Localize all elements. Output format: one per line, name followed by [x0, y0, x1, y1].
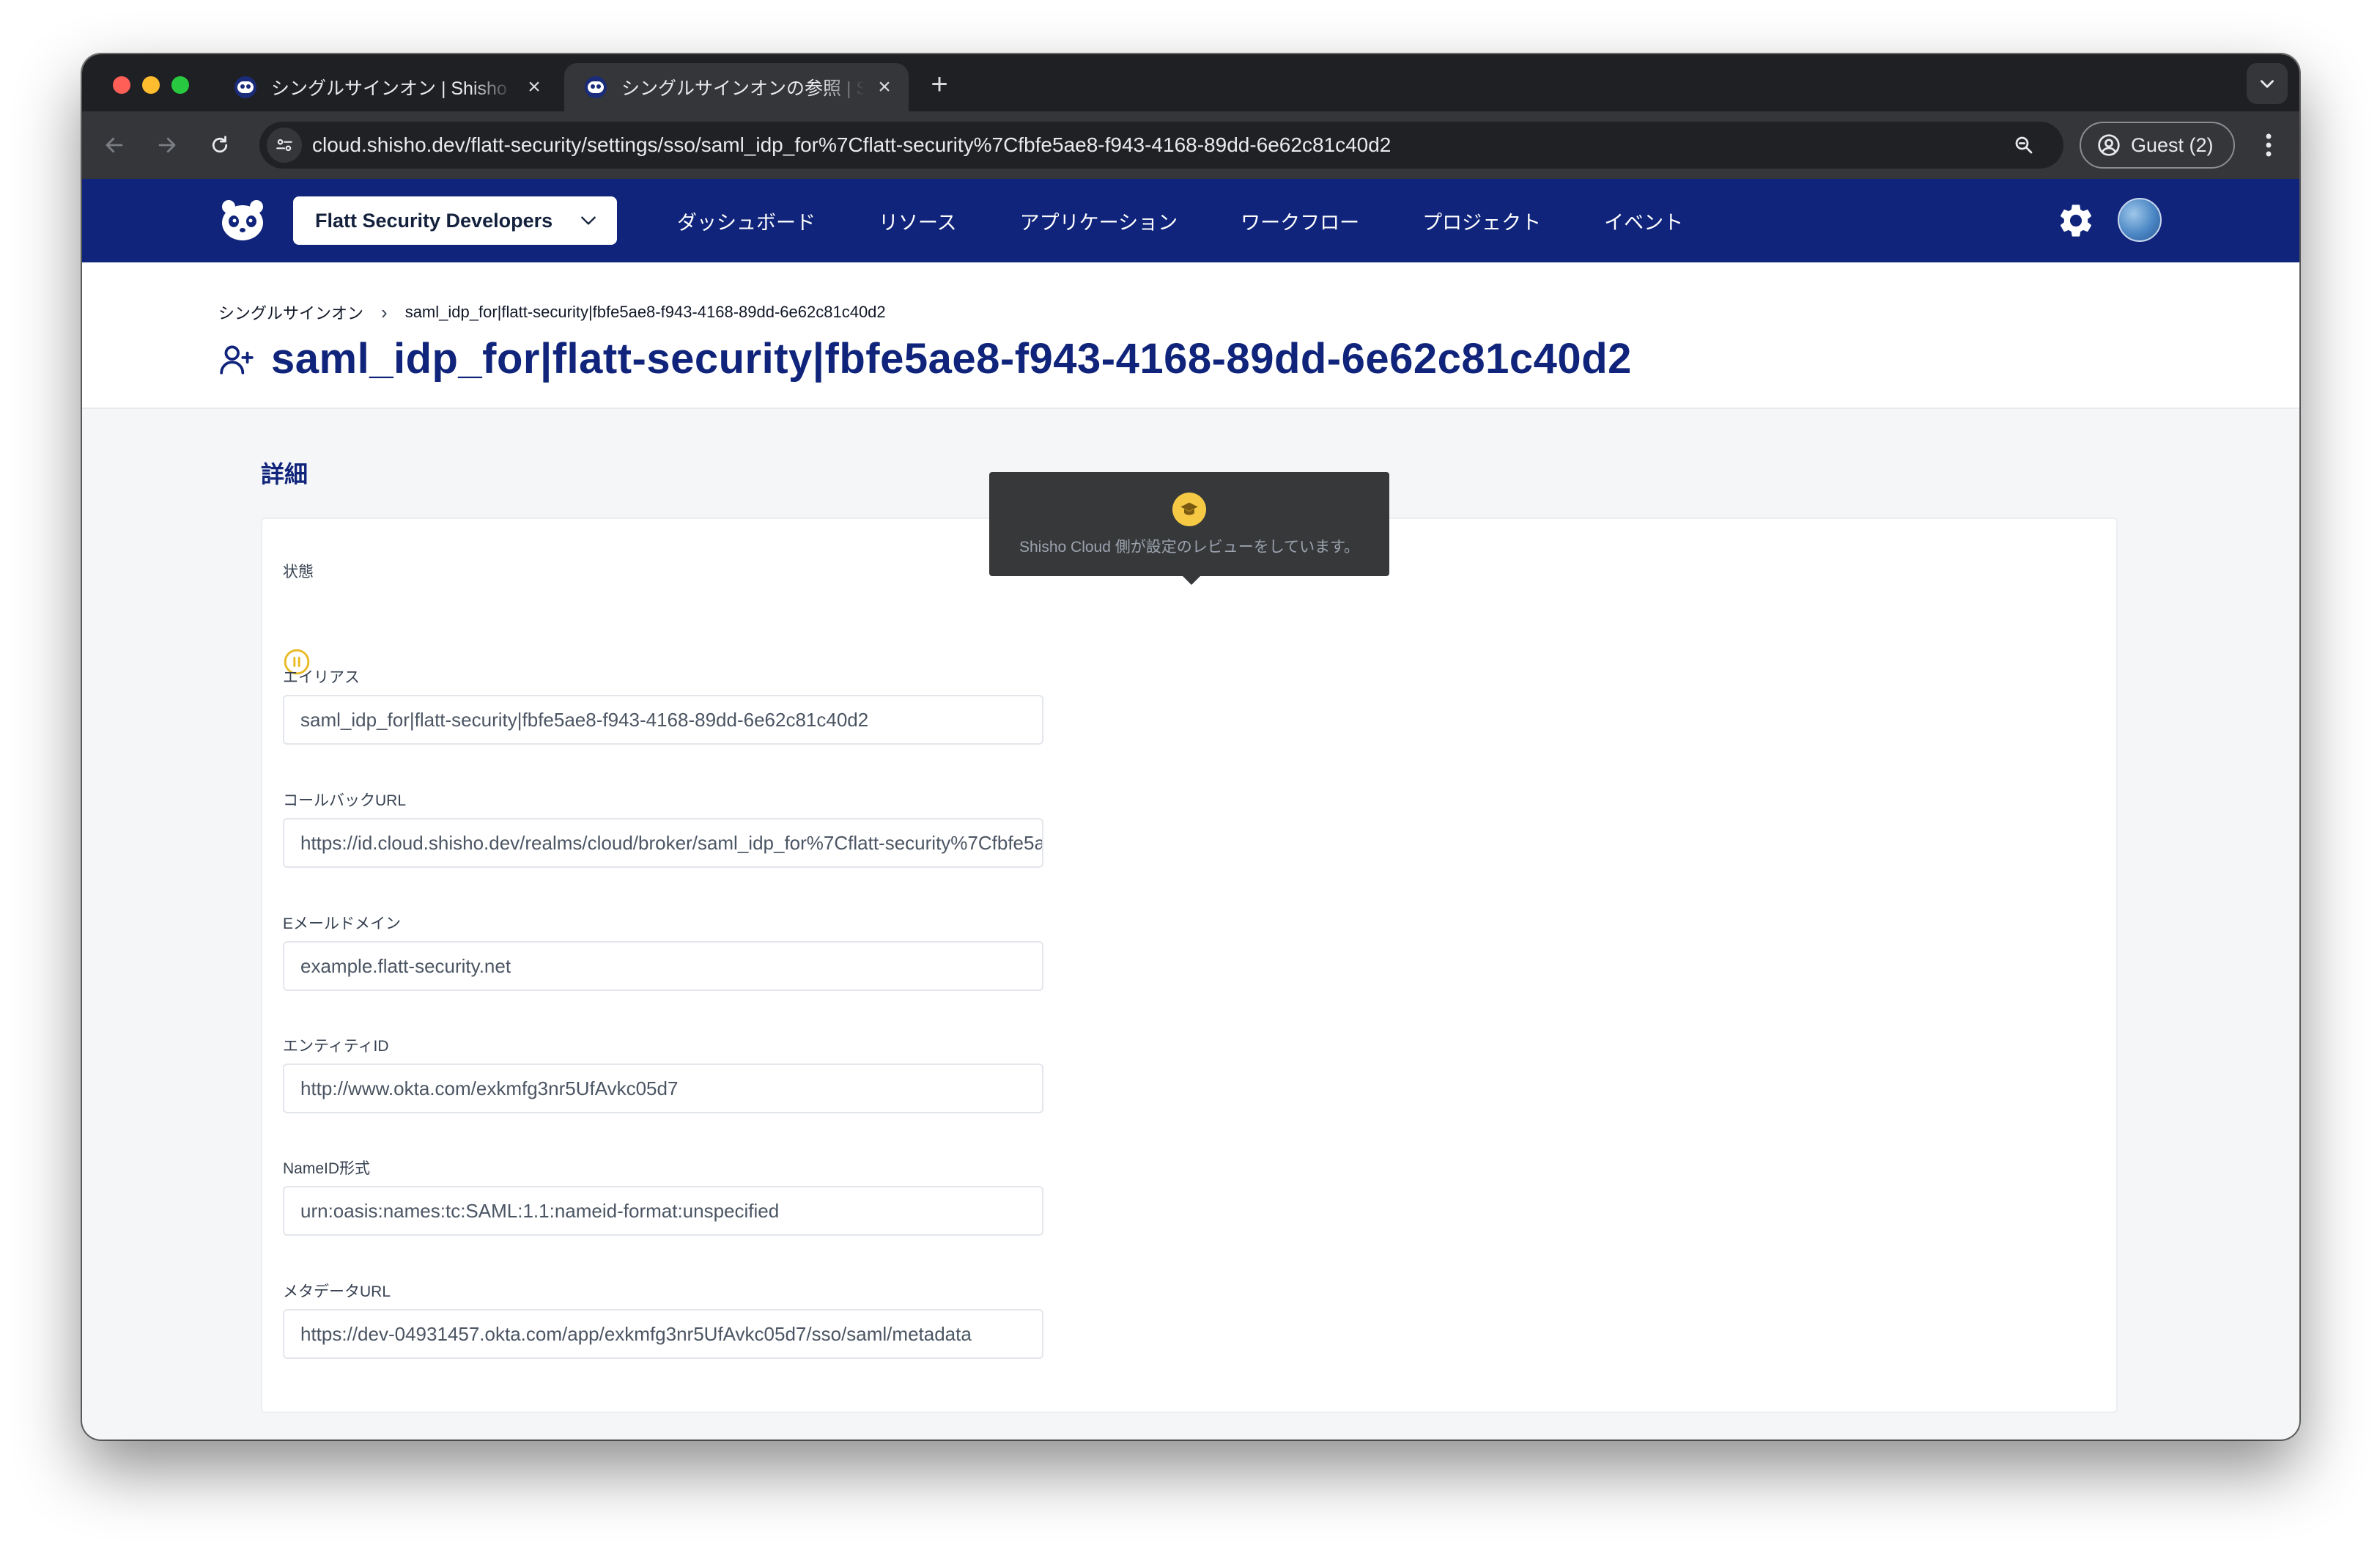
gear-icon[interactable] — [2056, 201, 2096, 240]
nav-applications[interactable]: アプリケーション — [1020, 207, 1178, 235]
tab-close-icon[interactable]: × — [873, 75, 895, 100]
shisho-logo-icon[interactable] — [218, 196, 267, 245]
user-plus-icon — [220, 344, 254, 375]
breadcrumb: シングルサインオン › saml_idp_for|flatt-security|… — [218, 301, 886, 324]
nameid-format-field[interactable]: urn:oasis:names:tc:SAML:1.1:nameid-forma… — [283, 1186, 1043, 1236]
metadata-url-label: メタデータURL — [283, 1283, 391, 1300]
url-text: cloud.shisho.dev/flatt-security/settings… — [312, 133, 1392, 156]
status-label: 状態 — [283, 564, 314, 580]
user-avatar[interactable] — [2118, 198, 2162, 242]
account-circle-icon — [2098, 134, 2120, 156]
browser-tab-sso-list[interactable]: シングルサインオン | Shisho Cloud × — [214, 63, 558, 111]
metadata-url-field[interactable]: https://dev-04931457.okta.com/app/exkmfg… — [283, 1309, 1043, 1359]
nav-resources[interactable]: リソース — [879, 207, 957, 235]
tab-search-button[interactable] — [2247, 63, 2288, 104]
graduation-cap-icon — [1172, 493, 1206, 526]
nav-projects[interactable]: プロジェクト — [1422, 207, 1541, 235]
section-title: 詳細 — [261, 461, 308, 487]
callback-url-label: コールバックURL — [283, 792, 407, 809]
shisho-favicon-icon — [234, 76, 256, 98]
forward-button[interactable] — [149, 128, 185, 163]
email-domain-label: Eメールドメイン — [283, 915, 402, 932]
main-nav: ダッシュボード リソース アプリケーション ワークフロー プロジェクト イベント — [677, 179, 1746, 262]
arrow-left-icon — [106, 137, 123, 153]
tab-title: シングルサインオンの参照 | Shisho Cloud — [621, 78, 865, 99]
nameid-format-label: NameID形式 — [283, 1160, 371, 1177]
profile-button[interactable]: Guest (2) — [2080, 122, 2235, 169]
status-tooltip: Shisho Cloud 側が設定のレビューをしています。 — [989, 472, 1389, 585]
callback-url-field[interactable]: https://id.cloud.shisho.dev/realms/cloud… — [283, 818, 1043, 868]
profile-label: Guest (2) — [2131, 133, 2214, 156]
chevron-down-icon — [581, 216, 596, 225]
organization-selector[interactable]: Flatt Security Developers — [293, 196, 617, 245]
arrow-right-icon — [158, 137, 176, 153]
page-header: シングルサインオン › saml_idp_for|flatt-security|… — [82, 262, 2299, 409]
window-minimize-button[interactable] — [142, 76, 160, 94]
reload-button[interactable] — [202, 128, 237, 163]
email-domain-field[interactable]: example.flatt-security.net — [283, 941, 1043, 991]
reload-icon — [212, 136, 228, 153]
browser-toolbar: cloud.shisho.dev/flatt-security/settings… — [82, 111, 2299, 179]
address-bar[interactable]: cloud.shisho.dev/flatt-security/settings… — [259, 122, 2063, 169]
organization-name: Flatt Security Developers — [315, 209, 553, 232]
app-header: Flatt Security Developers ダッシュボード リソース ア… — [82, 179, 2299, 262]
page-title-text: saml_idp_for|flatt-security|fbfe5ae8-f94… — [271, 335, 1632, 383]
browser-tab-sso-detail[interactable]: シングルサインオンの参照 | Shisho Cloud × — [564, 63, 909, 111]
browser-menu-button[interactable] — [2254, 126, 2283, 164]
more-vertical-icon — [2266, 133, 2272, 157]
window-maximize-button[interactable] — [171, 76, 189, 94]
tooltip-text: Shisho Cloud 側が設定のレビューをしています。 — [1019, 539, 1360, 556]
chevron-right-icon: › — [381, 301, 388, 323]
alias-field[interactable]: saml_idp_for|flatt-security|fbfe5ae8-f94… — [283, 695, 1043, 745]
entity-id-field[interactable]: http://www.okta.com/exkmfg3nr5UfAvkc05d7 — [283, 1064, 1043, 1113]
zoom-icon[interactable] — [2006, 128, 2041, 163]
breadcrumb-current: saml_idp_for|flatt-security|fbfe5ae8-f94… — [404, 303, 886, 321]
alias-label: エイリアス — [283, 669, 360, 686]
tab-close-icon[interactable]: × — [523, 75, 545, 100]
nav-dashboard[interactable]: ダッシュボード — [677, 207, 816, 235]
nav-workflows[interactable]: ワークフロー — [1241, 207, 1359, 235]
chevron-down-icon — [2261, 80, 2274, 88]
breadcrumb-sso-link[interactable]: シングルサインオン — [218, 301, 363, 324]
tab-title: シングルサインオン | Shisho Cloud — [271, 78, 514, 99]
back-button[interactable] — [97, 128, 132, 163]
page-title: saml_idp_for|flatt-security|fbfe5ae8-f94… — [218, 334, 1632, 383]
details-card: 状態 エイリアス saml_idp_for|flatt-security|fbf… — [261, 517, 2118, 1413]
entity-id-label: エンティティID — [283, 1038, 389, 1055]
shisho-favicon-icon — [585, 76, 607, 98]
new-tab-button[interactable]: + — [922, 67, 957, 103]
nav-events[interactable]: イベント — [1604, 207, 1683, 235]
tab-strip: シングルサインオン | Shisho Cloud × シングルサインオンの参照 … — [82, 54, 2299, 111]
site-settings-icon[interactable] — [267, 128, 302, 163]
window-close-button[interactable] — [113, 76, 130, 94]
browser-window: シングルサインオン | Shisho Cloud × シングルサインオンの参照 … — [82, 54, 2299, 1440]
